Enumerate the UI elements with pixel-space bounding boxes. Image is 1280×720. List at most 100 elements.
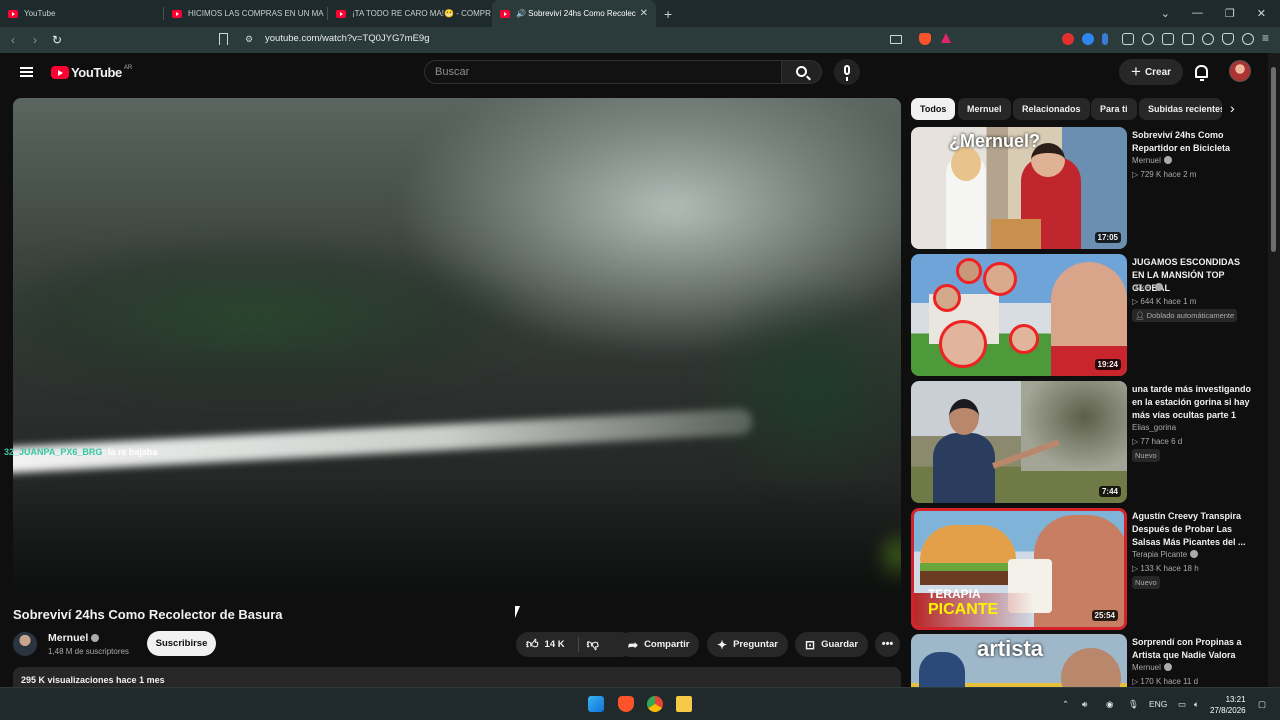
vpn-icon[interactable] [1222,33,1234,45]
network-icon[interactable]: ▭ [1178,699,1186,710]
like-count[interactable]: 14 K [545,639,565,650]
back-icon[interactable]: ‹ [2,33,24,47]
chip-relacionados[interactable]: Relacionados [1013,98,1090,120]
url-field[interactable]: youtube.com/watch?v=TQ0JYG7mE9g [265,33,429,44]
browser-tab-youtube[interactable]: YouTube [0,0,164,27]
notifications-bell-icon[interactable] [1195,65,1208,81]
extensions-icon[interactable] [1122,33,1134,45]
page-scrollbar[interactable] [1268,53,1280,687]
brave-shield-icon[interactable] [919,33,931,45]
new-tab-icon[interactable]: + [664,6,672,22]
brave-rewards-icon[interactable] [941,33,951,43]
description-box[interactable]: 295 K visualizaciones hace 1 mes [13,667,901,689]
chip-todos[interactable]: Todos [911,98,956,120]
media-icon[interactable] [1142,33,1154,45]
language-indicator[interactable]: ENG [1149,699,1167,709]
recommendation-item[interactable]: ¿Mernuel? 17:05 Sobreviví 24hs Como Repa… [911,127,1256,249]
cast-icon[interactable] [890,35,902,44]
site-info-icon[interactable]: ⚙ [245,34,253,45]
tab-label: ¡TA TODO RE CARO MA!😬 - COMPR [352,9,491,18]
recommendation-channel[interactable]: Elias_gorina [1132,423,1176,432]
wallet-icon[interactable] [1182,33,1194,45]
recommendation-item[interactable]: TERAPIA PICANTE 25:54 Agustín Creevy Tra… [911,508,1256,630]
volume-icon[interactable]: 🔊︎ [1082,699,1087,710]
sidebar-icon[interactable] [1162,33,1174,45]
reload-icon[interactable]: ↻ [46,33,68,47]
dislike-icon[interactable]: 👎︎ [587,637,599,652]
speaker-icon[interactable]: 🔈︎ [1194,699,1199,710]
recommendation-title[interactable]: Sobreviví 24hs Como Repartidor en Bicicl… [1132,129,1254,155]
verified-icon [1154,283,1163,291]
browser-tab-compras[interactable]: HICIMOS LAS COMPRAS EN UN MA [164,0,328,27]
search-button[interactable] [781,60,822,84]
dubbed-icon: 👤︎ [1135,311,1147,320]
microphone-tray-icon[interactable]: 🎙︎ [1128,699,1139,710]
video-thumbnail[interactable]: artista [911,634,1127,687]
scrollbar-thumb[interactable] [1271,67,1276,252]
save-button[interactable]: ⊡ Guardar [795,632,869,657]
brave-browser-icon[interactable] [618,696,634,712]
leo-icon[interactable] [1202,33,1214,45]
video-thumbnail[interactable]: ¿Mernuel? 17:05 [911,127,1127,249]
menu-icon[interactable]: ≡ [1262,31,1274,45]
recommendation-meta: ▷ 77 hace 6 d [1132,437,1183,446]
windows-start-icon[interactable] [588,696,604,712]
recommendation-title[interactable]: Agustín Creevy Transpira Después de Prob… [1132,510,1254,549]
recommendation-channel[interactable]: Mernuel [1132,156,1172,165]
audio-extension-icon[interactable] [1102,33,1108,45]
tab-search-icon[interactable]: ⌄ [1161,7,1170,20]
clock[interactable]: 13:21 27/8/2026 [1210,694,1246,716]
browser-tab-active[interactable]: 🔊 Sobreviví 24hs Como Recolec ✕ [492,0,656,27]
close-tab-icon[interactable]: ✕ [640,8,648,19]
chevron-right-icon[interactable]: › [1230,100,1235,116]
thumbnail-text: ¿Mernuel? [949,131,1041,151]
minimize-icon[interactable]: — [1192,7,1203,20]
window-close-icon[interactable]: ✕ [1257,7,1266,20]
ask-button[interactable]: ✦ Preguntar [707,632,788,657]
duration-badge: 17:05 [1094,232,1121,243]
recommendation-item[interactable]: artista Sorprendí con Propinas a Artista… [911,634,1256,687]
chevron-up-icon[interactable]: ⌃ [1062,699,1069,710]
recommendation-item[interactable]: 7:44 una tarde más investigando en la es… [911,381,1256,503]
subscribe-button[interactable]: Suscribirse [147,631,216,656]
video-thumbnail[interactable]: 7:44 [911,381,1127,503]
record-extension-icon[interactable] [1062,33,1074,45]
recommendation-channel[interactable]: Mernuel [1132,663,1172,672]
bookmark-icon[interactable] [219,33,228,45]
forward-icon[interactable]: › [24,33,46,47]
recommendation-item[interactable]: 19:24 JUGAMOS ESCONDIDAS EN LA MANSIÓN T… [911,254,1256,376]
maximize-icon[interactable]: ❐ [1225,7,1235,20]
channel-text: c0ker [1132,283,1152,292]
chip-subidas-recientes[interactable]: Subidas recientes [1139,98,1222,120]
search-input[interactable] [425,61,781,83]
video-thumbnail[interactable]: 19:24 [911,254,1127,376]
extension-blue-icon[interactable] [1082,33,1094,45]
sparkle-icon: ✦ [717,637,728,652]
share-button[interactable]: ➦ Compartir [618,632,700,657]
video-thumbnail[interactable]: TERAPIA PICANTE 25:54 [911,508,1127,630]
recommendation-title[interactable]: una tarde más investigando en la estació… [1132,383,1254,422]
chrome-icon[interactable] [647,696,663,712]
recommendation-title[interactable]: Sorprendí con Propinas a Artista que Nad… [1132,636,1254,662]
hamburger-menu-icon[interactable] [20,67,33,77]
notification-center-icon[interactable]: ▢ [1258,699,1266,710]
like-icon[interactable]: 👍︎ [526,637,539,652]
file-explorer-icon[interactable] [676,696,692,712]
create-button[interactable]: + Crear [1119,59,1183,85]
youtube-favicon-icon [8,9,18,18]
wifi-icon[interactable]: ◉ [1106,699,1113,710]
video-title: Sobreviví 24hs Como Recolector de Basura [13,607,283,622]
more-actions-button[interactable]: ••• [875,632,900,657]
channel-name[interactable]: Mernuel [48,632,100,644]
recommendation-channel[interactable]: Terapia Picante [1132,550,1199,559]
chip-para-ti[interactable]: Para ti [1091,98,1137,120]
voice-search-button[interactable] [834,59,860,85]
youtube-logo[interactable]: YouTube AR [51,65,132,80]
browser-tab-caro[interactable]: ¡TA TODO RE CARO MA!😬 - COMPR [328,0,492,27]
recommendation-channel[interactable]: c0ker [1132,283,1163,292]
chip-mernuel[interactable]: Mernuel [958,98,1011,120]
account-avatar[interactable] [1229,60,1251,82]
channel-avatar[interactable] [13,632,37,656]
video-player[interactable] [13,98,901,598]
profile-icon[interactable] [1242,33,1254,45]
